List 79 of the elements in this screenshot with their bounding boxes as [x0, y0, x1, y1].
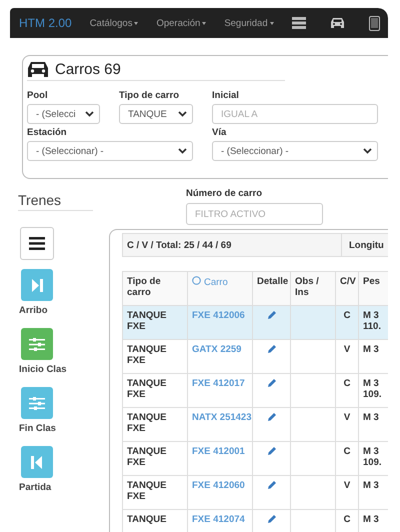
car-icon: [27, 61, 49, 78]
table-cell: TANQUE FXE: [122, 442, 188, 476]
skip-forward-icon: [31, 278, 43, 292]
table-cell-text: M 3: [363, 514, 380, 525]
chevron-icon: [85, 111, 94, 117]
pencil-icon[interactable]: [266, 480, 276, 490]
column-header: C/V: [336, 272, 358, 306]
input-field[interactable]: FILTRO ACTIVO: [186, 203, 323, 225]
input-field[interactable]: IGUAL A: [212, 104, 378, 124]
table-cell-text: 110.: [363, 321, 382, 332]
server-icon[interactable]: [292, 17, 306, 29]
column-header: Obs / Ins: [290, 272, 336, 306]
nav-menu[interactable]: Operación: [156, 18, 206, 28]
chevron-icon: [178, 148, 187, 154]
table-cell: V: [336, 408, 358, 442]
table-cell-text: M 3: [363, 412, 380, 423]
table-cell: C: [336, 442, 358, 476]
nav-menu[interactable]: Seguridad: [224, 18, 274, 28]
button-label: Arribo: [19, 305, 48, 316]
caret-icon: [202, 22, 206, 24]
field-label: Pool: [27, 90, 49, 101]
nav-menu[interactable]: Catálogos: [90, 18, 138, 28]
table-cell-text: M 3: [363, 310, 380, 321]
pencil-icon[interactable]: [266, 344, 276, 354]
chevron-icon: [178, 111, 187, 117]
column-header: Detalle: [252, 272, 290, 306]
action-button[interactable]: [21, 328, 53, 360]
button-label: Inicio Clas: [19, 364, 67, 375]
table-cell-text: M 3: [363, 344, 380, 355]
table-cell-text: M 3: [363, 446, 380, 457]
column-header: Pes: [358, 272, 388, 306]
table-cell: C: [336, 306, 358, 340]
brand-link[interactable]: HTM 2.00: [19, 16, 72, 30]
caret-icon: [270, 22, 274, 24]
menu-icon: [29, 237, 45, 250]
table-cell-text: 109.: [363, 389, 382, 400]
table-cell: TANQUE FXE: [122, 408, 188, 442]
button-label: Fin Clas: [19, 423, 56, 434]
pencil-icon[interactable]: [266, 446, 276, 456]
table-cell: V: [336, 476, 358, 510]
table-cell: C: [336, 374, 358, 408]
circle-icon: [192, 276, 201, 285]
sliders-icon: [29, 396, 45, 410]
table-cell: TANQUE: [122, 510, 188, 532]
pencil-icon[interactable]: [266, 378, 276, 388]
tablet-icon[interactable]: [368, 16, 380, 30]
table-cell: TANQUE FXE: [122, 476, 188, 510]
table-cell-text: M 3: [363, 378, 380, 389]
dropdown[interactable]: - (Seleccionar) -: [212, 141, 378, 161]
dropdown[interactable]: - (Selecci: [27, 104, 100, 124]
button-label: Partida: [19, 482, 52, 493]
field-label: Número de carro: [186, 188, 264, 199]
table-cell: TANQUE FXE: [122, 340, 188, 374]
totals-text: C / V / Total: 25 / 44 / 69: [123, 234, 342, 256]
pencil-icon[interactable]: [266, 514, 276, 524]
table-cell-text: 109.: [363, 457, 382, 468]
column-header: Longitu: [348, 240, 384, 250]
field-label: Vía: [212, 127, 228, 138]
field-label: Estación: [27, 127, 68, 138]
caret-icon: [134, 22, 138, 24]
panel-title: Carros 69: [55, 61, 121, 78]
dropdown[interactable]: - (Seleccionar) -: [27, 141, 193, 161]
table-cell: TANQUE FXE: [122, 306, 188, 340]
pencil-icon[interactable]: [266, 412, 276, 422]
section-title: Trenes: [18, 192, 93, 211]
dropdown[interactable]: TANQUE: [119, 104, 193, 124]
skip-back-icon: [31, 456, 43, 468]
field-label: Tipo de carro: [119, 90, 180, 101]
table-cell-text: M 3: [363, 480, 380, 491]
pencil-icon[interactable]: [266, 310, 276, 320]
table-cell: TANQUE FXE: [122, 374, 188, 408]
chevron-icon: [363, 148, 372, 154]
sliders-icon: [29, 338, 45, 350]
menu-button[interactable]: [20, 227, 54, 260]
column-header[interactable]: Carro: [188, 272, 252, 306]
column-header: Tipo de carro: [122, 272, 188, 306]
table-cell: V: [336, 340, 358, 374]
field-label: Inicial: [212, 90, 240, 101]
car-icon[interactable]: [330, 17, 345, 29]
